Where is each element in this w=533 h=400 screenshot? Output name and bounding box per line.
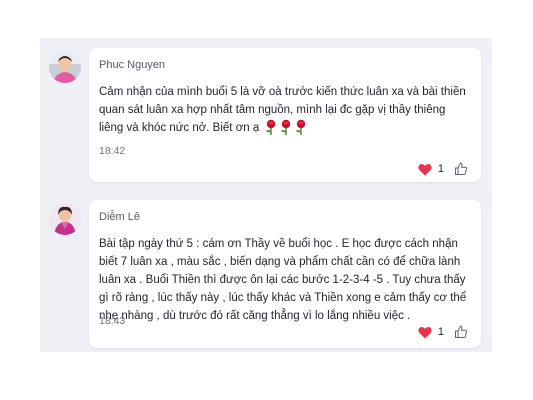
avatar[interactable] xyxy=(49,51,81,83)
reaction-count: 1 xyxy=(437,326,444,338)
comment-text: Cảm nhận của mình buổi 5 là vỡ oà trước … xyxy=(99,83,471,137)
comment-text: Bài tập ngày thứ 5 : cám ơn Thầy về buổi… xyxy=(99,238,467,322)
heart-reaction-button[interactable]: 1 xyxy=(418,163,444,176)
comment-feed: Phuc Nguyen Cảm nhận của mình buổi 5 là … xyxy=(40,38,492,352)
comment-timestamp: 18:42 xyxy=(99,145,126,157)
heart-icon xyxy=(418,326,432,338)
like-button[interactable] xyxy=(454,325,468,339)
reactions-bar: 1 xyxy=(418,162,468,176)
comment-author[interactable]: Phuc Nguyen xyxy=(99,59,165,71)
comment-item: Diễm Lê Bài tập ngày thứ 5 : cám ơn Thầy… xyxy=(40,190,492,352)
reactions-bar: 1 xyxy=(418,325,468,339)
avatar[interactable] xyxy=(49,203,81,235)
heart-icon xyxy=(418,163,432,175)
rose-icon xyxy=(266,119,276,135)
comment-timestamp: 18:43 xyxy=(99,315,126,327)
thumbs-up-icon xyxy=(455,162,468,175)
thumbs-up-icon xyxy=(455,325,468,338)
heart-reaction-button[interactable]: 1 xyxy=(418,326,444,339)
like-button[interactable] xyxy=(454,162,468,176)
comment-card: Diễm Lê Bài tập ngày thứ 5 : cám ơn Thầy… xyxy=(89,200,481,348)
rose-emojis xyxy=(262,119,307,137)
rose-icon xyxy=(281,119,291,135)
comment-item: Phuc Nguyen Cảm nhận của mình buổi 5 là … xyxy=(40,38,492,186)
rose-icon xyxy=(296,119,306,135)
reaction-count: 1 xyxy=(437,163,444,175)
comment-card: Phuc Nguyen Cảm nhận của mình buổi 5 là … xyxy=(89,48,481,182)
comment-author[interactable]: Diễm Lê xyxy=(99,211,140,223)
